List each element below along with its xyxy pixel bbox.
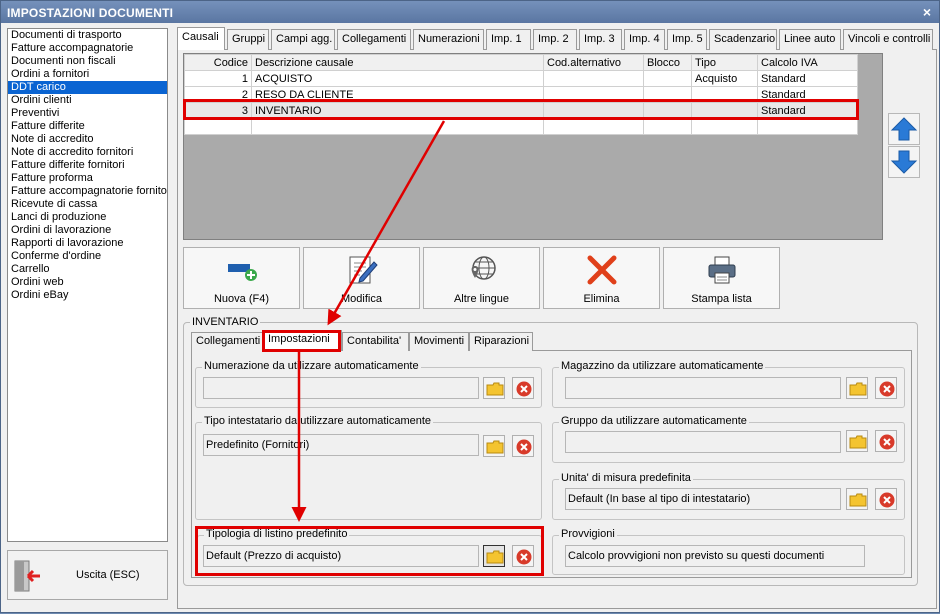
- arrow-to-impostazioni-tab: [327, 120, 446, 326]
- annotation-arrows: [291, 120, 446, 522]
- settings-window: IMPOSTAZIONI DOCUMENTI × Documenti di tr…: [0, 0, 940, 613]
